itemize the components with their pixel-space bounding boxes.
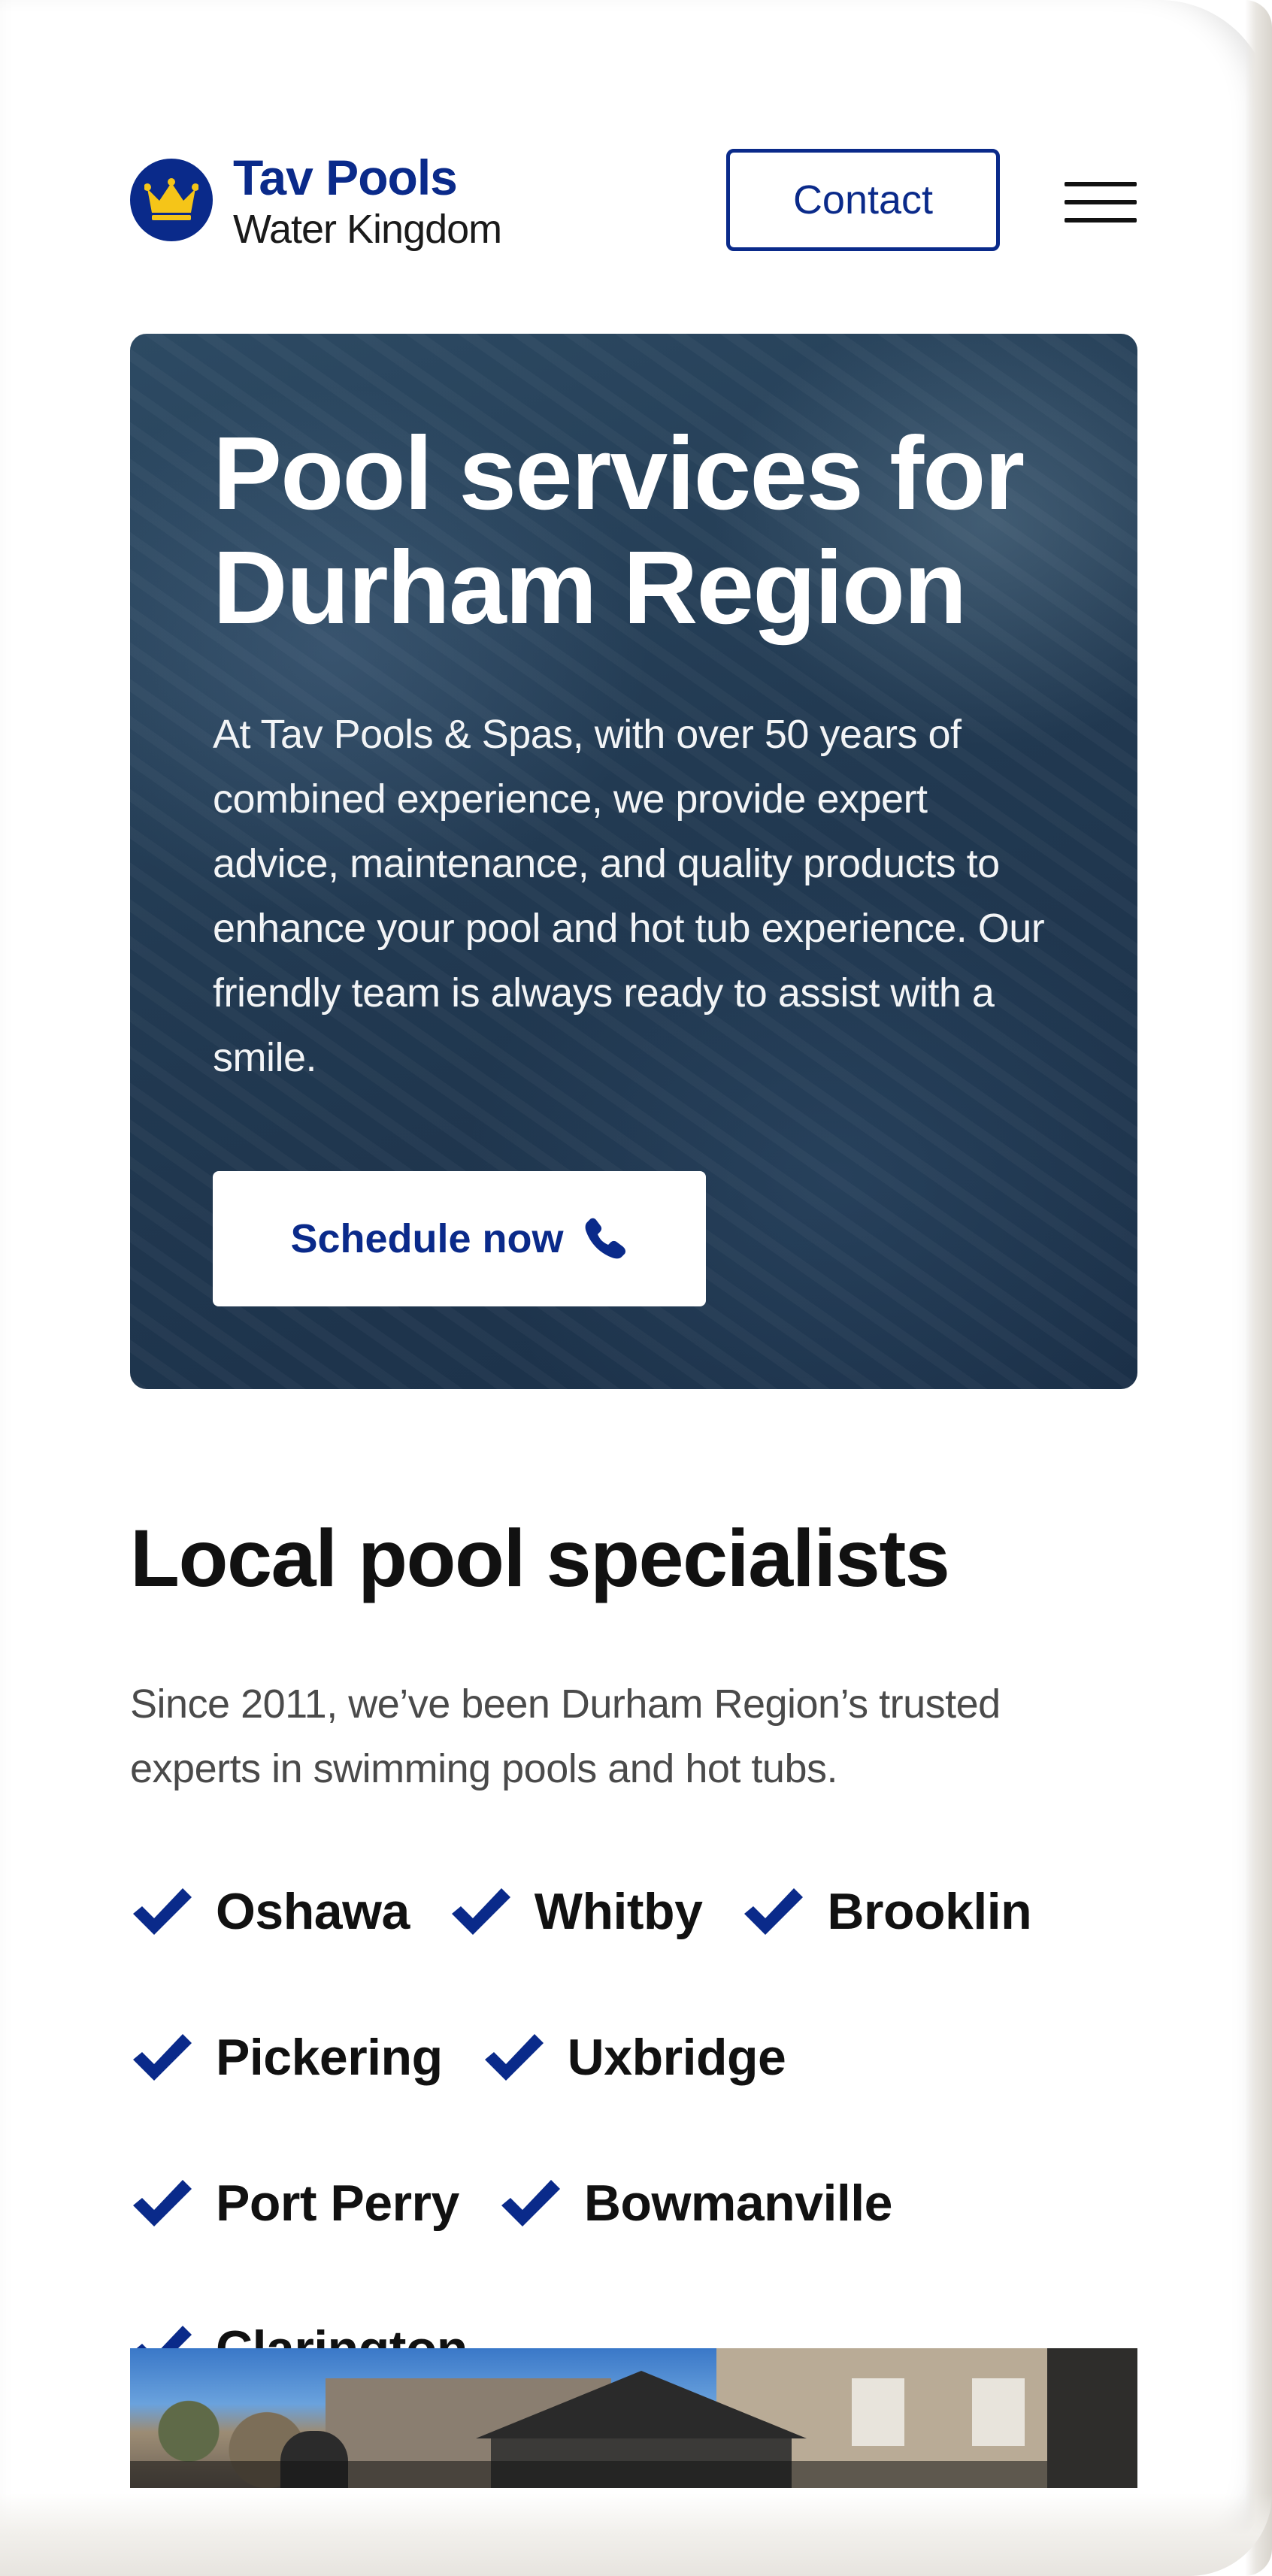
town-name: Port Perry: [216, 2175, 459, 2232]
page-content: Tav Pools Water Kingdom Contact Pool ser…: [0, 0, 1272, 2496]
list-item: Uxbridge: [482, 2025, 786, 2090]
checkmark-icon: [133, 2180, 192, 2226]
phone-icon: [585, 1218, 625, 1259]
section-description: Since 2011, we’ve been Durham Region’s t…: [130, 1682, 1001, 1791]
window-shape: [972, 2378, 1025, 2446]
hero-banner: Pool services for Durham Region At Tav P…: [130, 334, 1137, 1389]
hero-title-line2: Durham Region: [213, 530, 967, 646]
list-item: Whitby: [449, 1879, 703, 1944]
door-shape: [1047, 2348, 1137, 2488]
list-item: Pickering: [130, 2025, 443, 2090]
town-name: Oshawa: [216, 1883, 410, 1940]
gazebo-shape: [476, 2371, 807, 2438]
checkmark-icon: [451, 1888, 510, 1935]
checkmark-icon: [744, 1888, 804, 1935]
schedule-now-button[interactable]: Schedule now: [213, 1171, 706, 1306]
device-bottom: [0, 2493, 1272, 2576]
device-edge: [1245, 0, 1272, 2576]
fence-shape: [130, 2461, 1137, 2488]
checkmark-icon: [133, 1888, 192, 1935]
contact-button[interactable]: Contact: [726, 149, 1000, 251]
town-name: Bowmanville: [583, 2175, 893, 2232]
hamburger-menu-icon[interactable]: [1065, 182, 1137, 222]
list-item: Oshawa: [130, 1879, 410, 1944]
list-item: Port Perry: [130, 2171, 459, 2235]
window-shape: [852, 2378, 904, 2446]
crown-icon[interactable]: [130, 159, 213, 241]
hero-title-line1: Pool services for: [213, 416, 1025, 531]
checkmark-icon: [133, 2034, 192, 2081]
section-title: Local pool specialists: [130, 1512, 950, 1603]
town-name: Brooklin: [827, 1883, 1032, 1940]
backyard-photo: [130, 2348, 1137, 2488]
schedule-now-label: Schedule now: [290, 1216, 564, 1261]
hero-title: Pool services for Durham Region: [213, 416, 1100, 645]
checkmark-icon: [484, 2034, 544, 2081]
hero-description: At Tav Pools & Spas, with over 50 years …: [213, 712, 1045, 1080]
device-frame: Tav Pools Water Kingdom Contact Pool ser…: [0, 0, 1272, 2576]
brand-subtitle[interactable]: Water Kingdom: [233, 206, 502, 253]
list-item: Brooklin: [741, 1879, 1032, 1944]
town-name: Pickering: [216, 2029, 443, 2086]
list-item: Bowmanville: [498, 2171, 892, 2235]
checkmark-icon: [501, 2180, 560, 2226]
town-list: Oshawa Whitby Brooklin Pickering Uxbridg…: [130, 1879, 1137, 2381]
town-name: Whitby: [534, 1883, 703, 1940]
town-name: Uxbridge: [567, 2029, 786, 2086]
brand-title[interactable]: Tav Pools: [233, 149, 458, 206]
